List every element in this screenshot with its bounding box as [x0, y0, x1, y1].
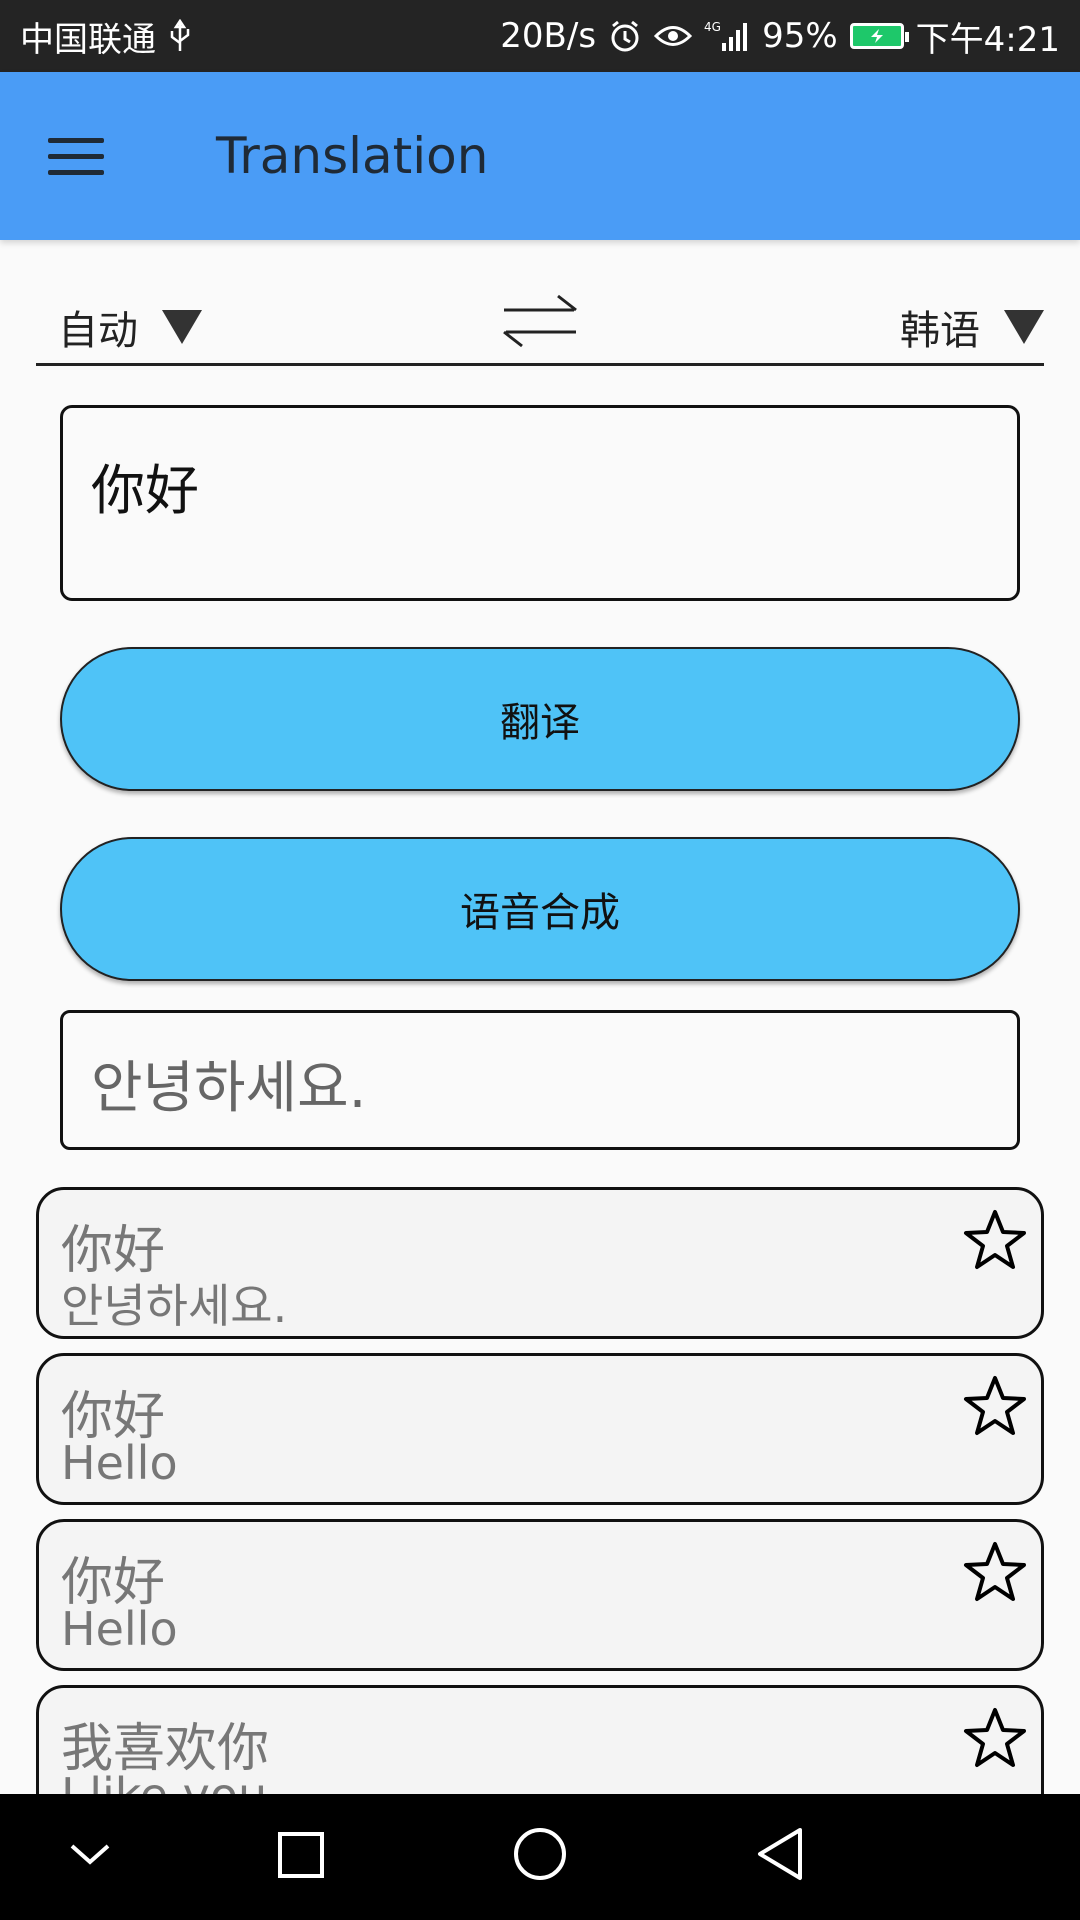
- signal-icon: 4G: [704, 19, 750, 53]
- nav-hide-button[interactable]: [60, 1834, 120, 1878]
- star-outline-icon: [964, 1376, 1026, 1435]
- history-translation-text: 안녕하세요.: [61, 1279, 288, 1333]
- star-outline-icon: [964, 1708, 1026, 1767]
- history-translation-text: Hello: [61, 1602, 178, 1656]
- carrier-label: 中国联通: [20, 19, 156, 60]
- battery-icon: [849, 23, 909, 49]
- menu-button[interactable]: [48, 126, 128, 186]
- star-outline-icon: [964, 1542, 1026, 1601]
- usb-icon: [168, 19, 192, 53]
- status-right: 20B/s 4G 95% 下午4:21: [500, 12, 1060, 61]
- history-item[interactable]: 你好 Hello: [36, 1353, 1044, 1505]
- translate-button[interactable]: 翻译: [60, 647, 1020, 791]
- history-translation-text: Hello: [61, 1436, 178, 1490]
- system-navigation-bar: [0, 1794, 1080, 1920]
- status-bar: 中国联通 20B/s 4G 95% 下午4:21: [0, 0, 1080, 72]
- circle-icon: [514, 1828, 566, 1880]
- target-language-dropdown[interactable]: 韩语: [900, 298, 1044, 356]
- hamburger-line: [48, 169, 104, 175]
- favorite-button[interactable]: [963, 1208, 1027, 1276]
- triangle-down-icon: [162, 310, 202, 344]
- history-item[interactable]: 你好 안녕하세요.: [36, 1187, 1044, 1339]
- nav-back-button[interactable]: [750, 1824, 814, 1892]
- speech-synthesis-button[interactable]: 语音合成: [60, 837, 1020, 981]
- triangle-down-icon: [1004, 310, 1044, 344]
- nav-home-button[interactable]: [510, 1824, 574, 1892]
- translation-output: 안녕하세요.: [60, 1010, 1020, 1150]
- clock-label: 下午4:21: [915, 19, 1060, 60]
- square-icon: [278, 1832, 324, 1878]
- hamburger-icon: [48, 137, 104, 143]
- history-item[interactable]: 你好 Hello: [36, 1519, 1044, 1671]
- language-selector-row: 自动 韩语: [36, 280, 1044, 366]
- source-language-label: 自动: [58, 308, 138, 354]
- source-text-input[interactable]: 你好: [60, 405, 1020, 601]
- favorite-button[interactable]: [963, 1706, 1027, 1774]
- alarm-icon: [608, 19, 642, 53]
- svg-text:4G: 4G: [704, 20, 721, 34]
- app-bar: Translation: [0, 72, 1080, 240]
- star-outline-icon: [964, 1210, 1026, 1269]
- swap-arrows-icon: [503, 294, 577, 348]
- swap-languages-button[interactable]: [498, 286, 582, 362]
- status-left: 中国联通: [20, 12, 192, 61]
- net-speed-label: 20B/s: [500, 16, 597, 56]
- favorite-button[interactable]: [963, 1540, 1027, 1608]
- source-language-dropdown[interactable]: 自动: [58, 298, 202, 356]
- nav-recents-button[interactable]: [270, 1824, 330, 1888]
- battery-percent-label: 95%: [762, 16, 838, 56]
- hamburger-line: [48, 153, 104, 159]
- triangle-back-icon: [758, 1828, 802, 1880]
- chevron-down-icon: [70, 1844, 110, 1865]
- page-title: Translation: [216, 127, 489, 185]
- target-language-label: 韩语: [900, 308, 980, 354]
- favorite-button[interactable]: [963, 1374, 1027, 1442]
- eye-icon: [654, 21, 693, 51]
